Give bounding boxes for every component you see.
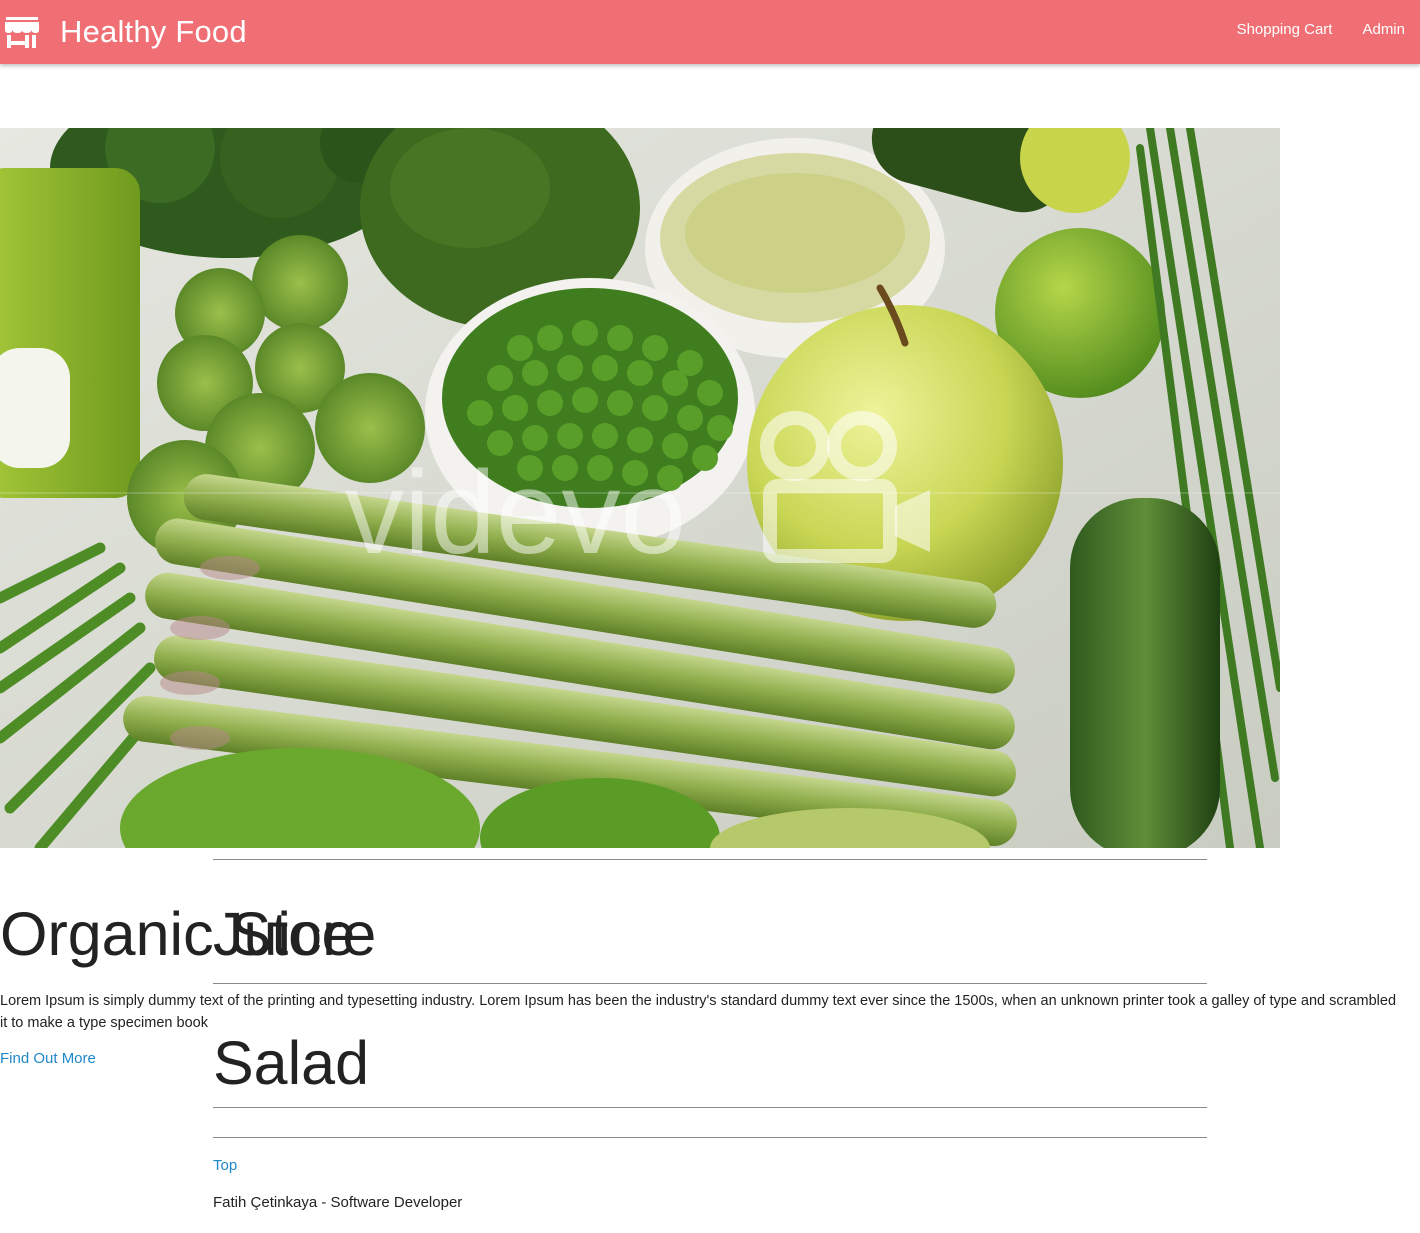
footer-divider [213,1137,1207,1138]
section-divider [213,859,1207,860]
top-navbar: Healthy Food Shopping Cart Admin [0,0,1420,64]
salad-heading: Salad [213,1029,370,1097]
store-icon [4,15,40,49]
section-divider [213,983,1207,984]
top-link[interactable]: Top [213,1157,237,1174]
organic-description: Lorem Ipsum is simply dummy text of the … [0,993,1397,1031]
nav-admin[interactable]: Admin [1362,21,1405,38]
brand-title: Healthy Food [60,14,247,49]
footer-credit: Fatih Çetinkaya - Software Developer [213,1194,463,1211]
juice-heading: Juice [213,900,356,968]
section-divider [213,1107,1207,1108]
nav-links: Shopping Cart Admin [1237,21,1405,38]
find-out-more-link[interactable]: Find Out More [0,1050,96,1067]
watermark-text: videvo [345,447,686,579]
brand-link[interactable]: Healthy Food [4,12,247,52]
hero-image: videvo [0,128,1280,848]
nav-shopping-cart[interactable]: Shopping Cart [1237,21,1333,38]
